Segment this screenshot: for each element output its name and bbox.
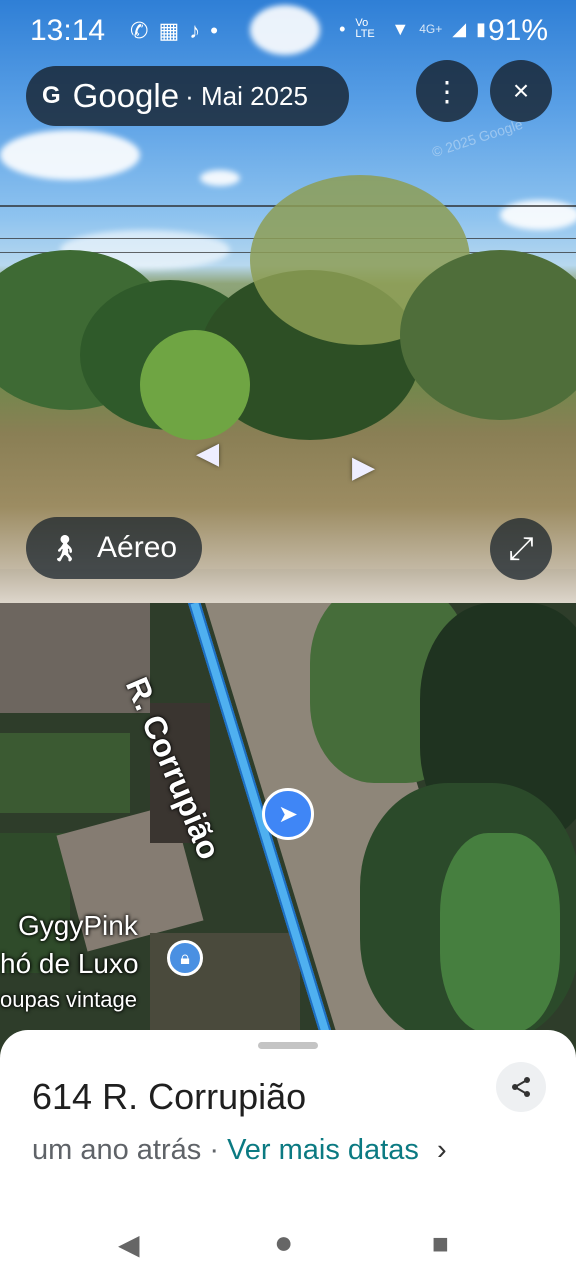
nav-arrow-left[interactable]: ◀ [196, 436, 219, 471]
cloud [200, 170, 240, 186]
navigation-arrow-icon: ➤ [277, 800, 299, 828]
clock: 13:14 [30, 14, 106, 47]
system-navigation-bar: ◀ ● ■ [0, 1200, 576, 1280]
google-g-icon: G [42, 82, 61, 109]
more-options-button[interactable]: ⋮ [416, 60, 478, 122]
vegetation [0, 733, 130, 813]
status-bar: 13:14 ✆ ▦ ♪ • • Vo LTE ▼ 4G+ ◢ ▮ 91% [0, 0, 576, 64]
recents-button[interactable]: ■ [432, 1228, 449, 1260]
close-button[interactable]: × [490, 60, 552, 122]
shopping-bag-icon[interactable]: 🔒︎ [167, 940, 203, 976]
current-position-marker[interactable]: ➤ [262, 788, 314, 840]
volte-icon: Vo LTE [355, 17, 375, 40]
more-dates-link[interactable]: Ver mais datas [227, 1134, 419, 1166]
imagery-meta: um ano atrás · Ver mais datas › [32, 1134, 447, 1167]
separator: · [209, 1134, 219, 1166]
copyright-watermark: © 2025 Google [429, 115, 525, 161]
more-vert-icon: ⋮ [433, 75, 461, 107]
back-button[interactable]: ◀ [118, 1228, 140, 1261]
expand-button[interactable]: ⤢ [490, 518, 552, 580]
whatsapp-icon: ✆ [130, 18, 149, 43]
cloud [0, 130, 140, 180]
poi-category: oupas vintage [0, 987, 137, 1012]
dot-icon: • [210, 18, 218, 43]
notification-icons: ✆ ▦ ♪ • [130, 18, 218, 44]
network-type-label: 4G+ [419, 22, 443, 36]
close-icon: × [512, 75, 530, 106]
vegetation [440, 833, 560, 1033]
imagery-age: um ano atrás [32, 1134, 202, 1166]
drag-handle[interactable] [258, 1042, 318, 1049]
share-button[interactable] [496, 1062, 546, 1112]
battery-icon: ▮ [476, 18, 486, 39]
aerial-label: Aéreo [97, 531, 178, 564]
aerial-view-toggle[interactable]: 🚶︎ Aéreo [26, 517, 202, 579]
wifi-icon: ▼ [391, 18, 410, 39]
tree [140, 330, 250, 440]
person-icon: 🚶︎ [48, 532, 82, 563]
poi-name[interactable]: GygyPink [18, 910, 138, 942]
imagery-date-chip[interactable]: G Google · Mai 2025 [26, 66, 349, 126]
dot-icon: • [339, 18, 346, 39]
address-title: 614 R. Corrupião [32, 1076, 307, 1117]
chevron-right-icon[interactable]: › [437, 1134, 447, 1166]
signal-icon: ◢ [452, 18, 467, 39]
home-button[interactable]: ● [274, 1224, 293, 1261]
battery-level: 91% [487, 14, 548, 47]
brand-name: Google [72, 77, 180, 114]
expand-icon: ⤢ [508, 530, 534, 566]
share-icon [512, 1077, 530, 1097]
tiktok-icon: ♪ [189, 18, 201, 43]
poi-name-line2[interactable]: hó de Luxo [0, 948, 139, 980]
system-icons: • Vo LTE ▼ 4G+ ◢ ▮ [339, 18, 486, 40]
imagery-date: · Mai 2025 [185, 80, 308, 111]
calendar-icon: ▦ [158, 18, 180, 43]
nav-arrow-right[interactable]: ▶ [352, 450, 375, 485]
